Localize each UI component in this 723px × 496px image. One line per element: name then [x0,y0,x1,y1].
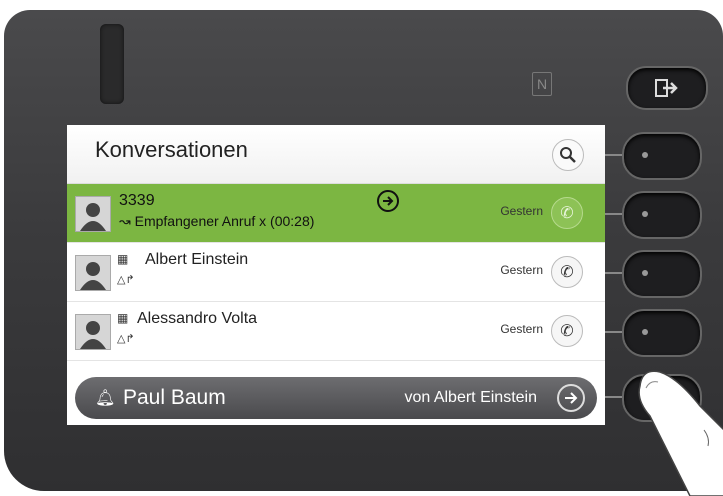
conversation-row[interactable]: 3339 ↝ Empfangener Anruf x (00:28) Geste… [67,184,605,243]
conversation-row[interactable]: ▦ △↱ Alessandro Volta Gestern ✆ [67,302,605,361]
incoming-call-icon: ↝ [119,213,135,229]
softkey-3[interactable] [622,250,702,298]
bell-icon: 🔔︎ [95,390,116,407]
finger-pointer [638,370,723,496]
contact-name: Albert Einstein [145,251,249,268]
phone-icon: ✆ [560,323,574,340]
search-button[interactable] [552,139,584,171]
handset-slot [100,24,124,104]
call-button[interactable]: ✆ [551,315,583,347]
arrow-right-icon [383,196,394,206]
conversation-date: Gestern [500,263,543,277]
notification-open-button[interactable] [557,384,585,412]
softkey-4[interactable] [622,309,702,357]
avatar [75,314,111,350]
conversation-row[interactable]: ▦ △↱ Albert Einstein Gestern ✆ [67,243,605,302]
header: Konversationen [67,125,605,184]
contact-name: Alessandro Volta [137,310,258,327]
phone-icon: ✆ [560,205,574,222]
softkey-connector [605,396,623,398]
avatar [75,196,111,232]
building-icon: ▦ [117,311,129,325]
arrow-right-icon [565,392,578,404]
conversation-date: Gestern [500,204,543,218]
softkey-1[interactable] [622,132,702,180]
call-button[interactable]: ✆ [551,197,583,229]
softkey-connector [605,331,623,333]
exit-icon [655,79,678,97]
phone-icon: ✆ [560,264,574,281]
call-direction-icon: △↱ [117,274,135,286]
softkey-connector [605,213,623,215]
building-icon: ▦ [117,252,129,266]
display-screen: Konversationen 3339 ↝ Empfangener Anruf … [67,125,605,425]
softkey-connector [605,272,623,274]
notification-source: von Albert Einstein [404,389,537,406]
softkey-connector [605,154,623,156]
nfc-icon: N [532,72,552,96]
softkey-2[interactable] [622,191,702,239]
call-detail: ↝ Empfangener Anruf x (00:28) [119,213,315,229]
page-title: Konversationen [95,137,248,162]
contact-name: 3339 [119,192,155,209]
avatar [75,255,111,291]
conversation-date: Gestern [500,322,543,336]
call-button[interactable]: ✆ [551,256,583,288]
notification-bar[interactable]: 🔔︎ Paul Baum von Albert Einstein [75,377,597,419]
search-icon [560,147,576,163]
forward-button[interactable] [377,190,399,212]
exit-key[interactable] [626,66,708,110]
call-direction-icon: △↱ [117,333,135,345]
notification-name: Paul Baum [123,386,226,409]
